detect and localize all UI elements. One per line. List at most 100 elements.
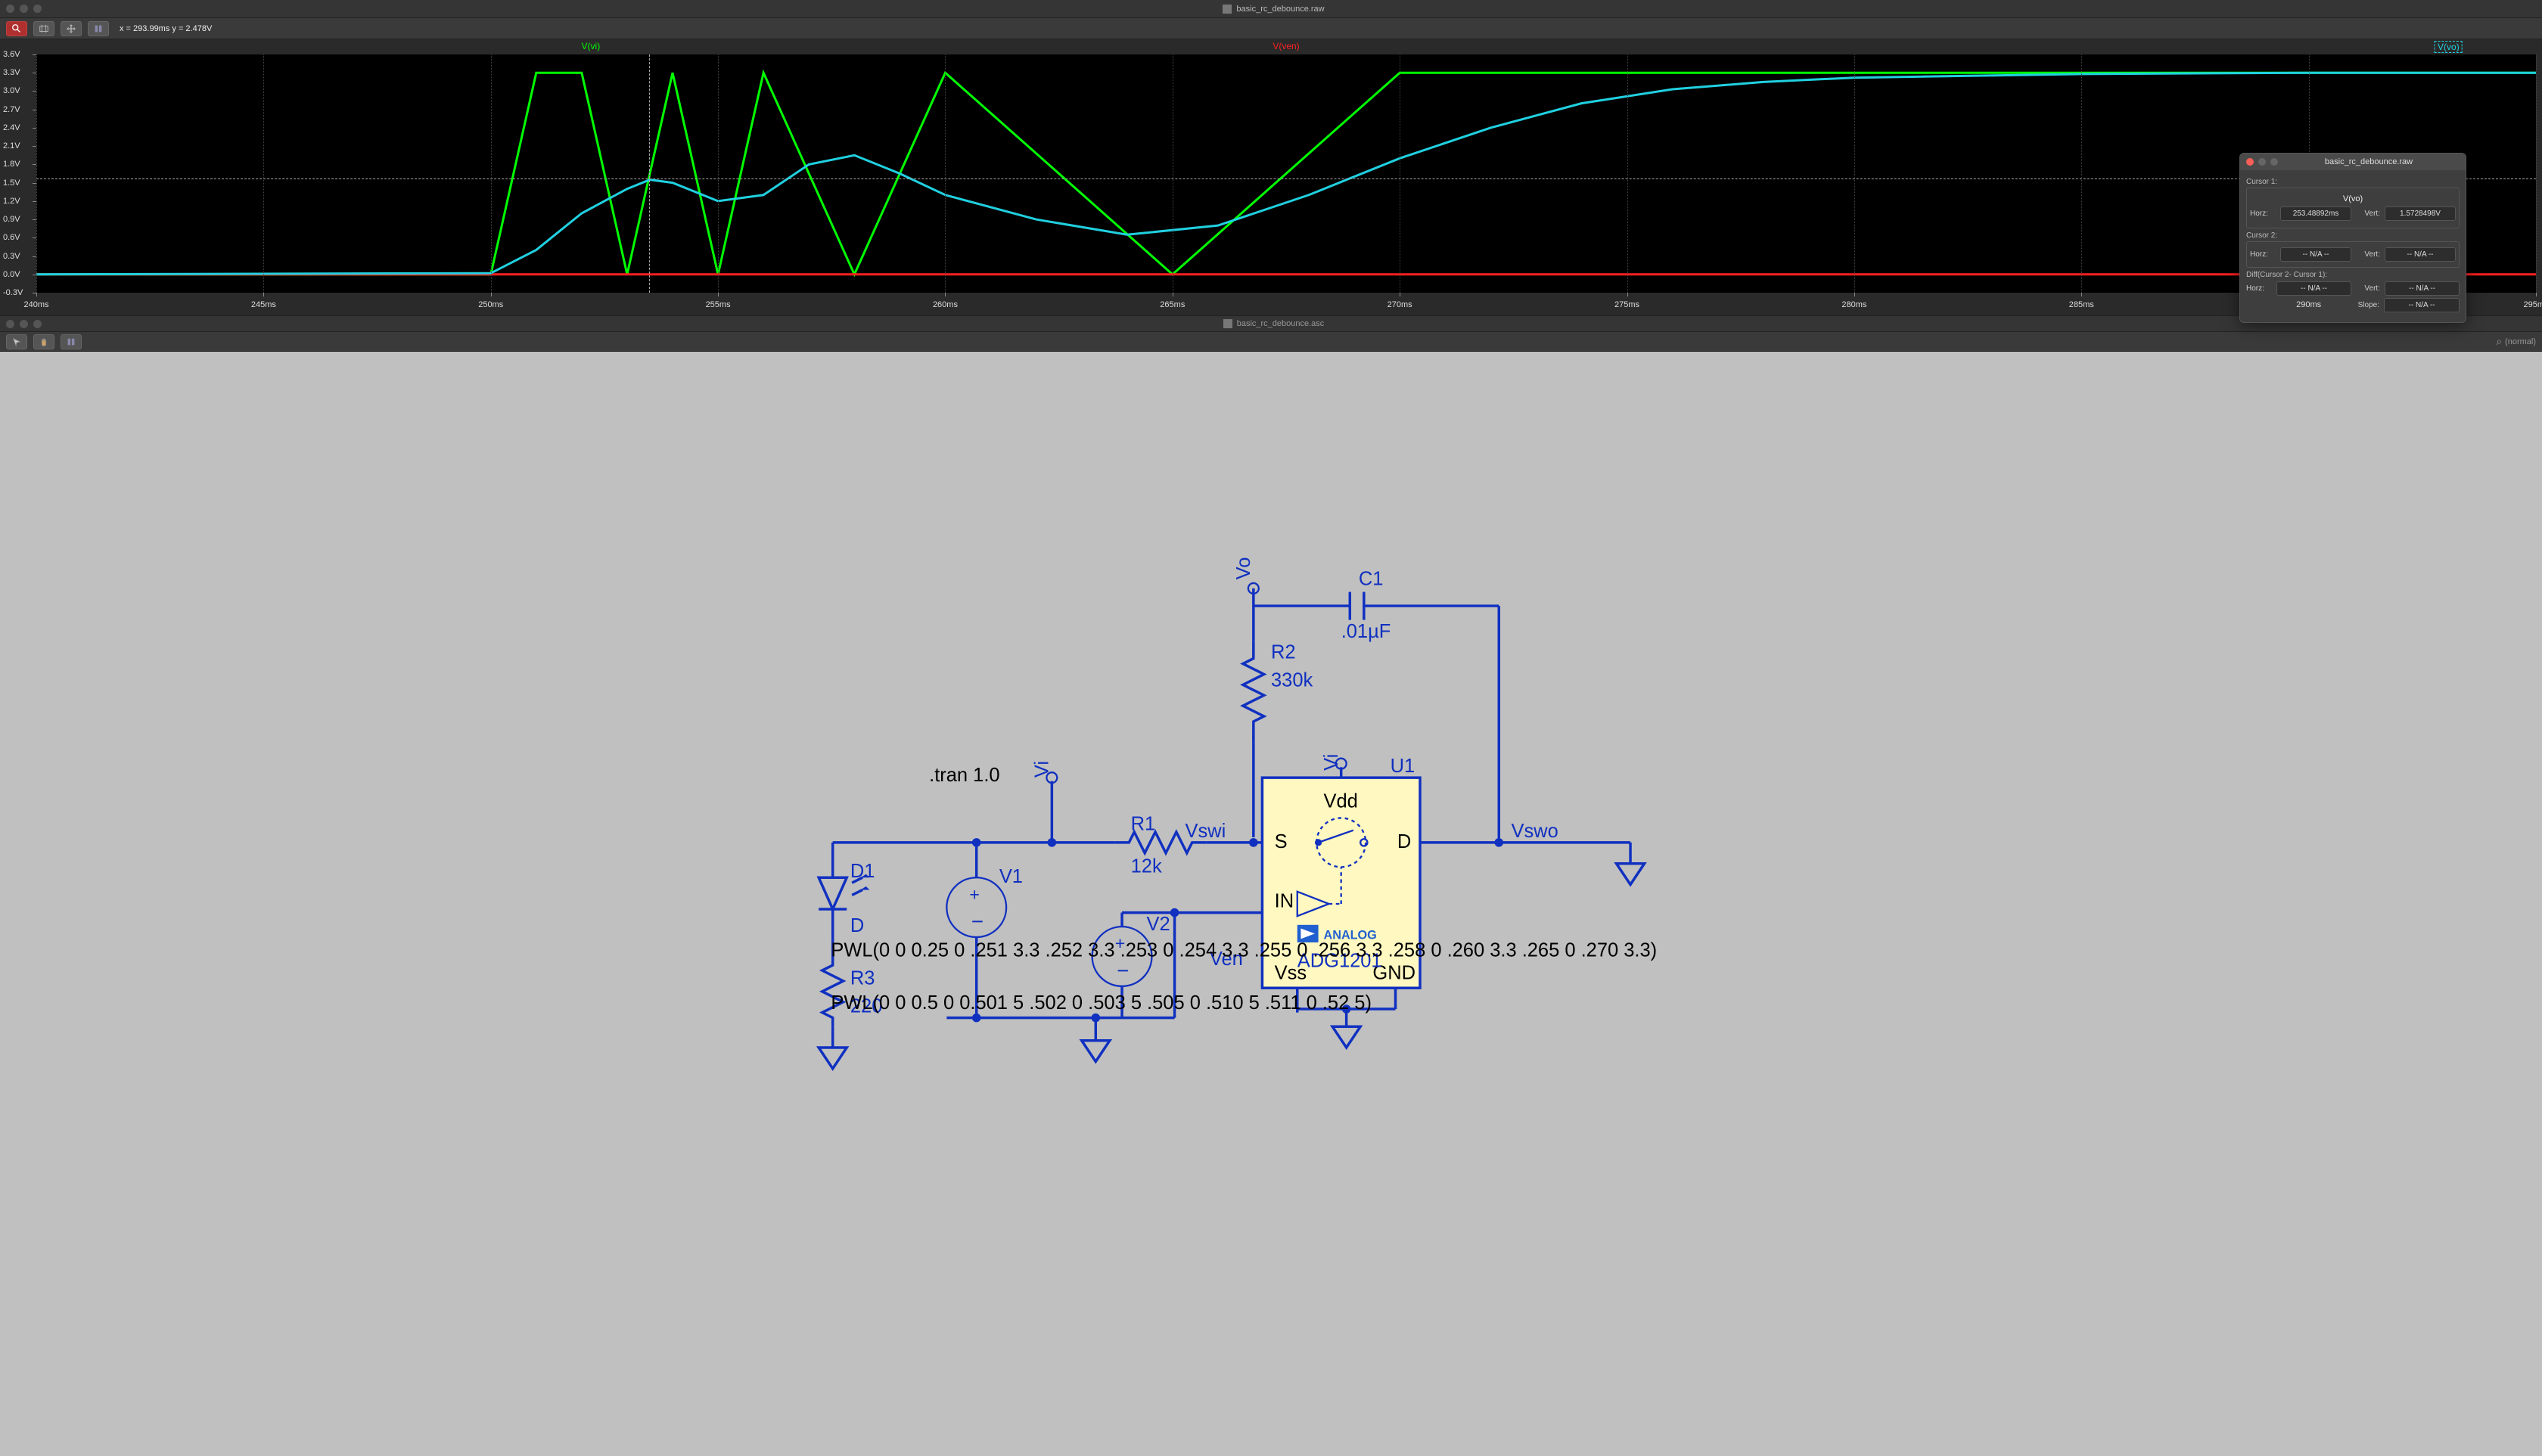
y-tick-label: 2.1V bbox=[3, 141, 20, 151]
settings-button[interactable] bbox=[61, 334, 82, 349]
component-d1: D1 bbox=[850, 861, 875, 882]
svg-text:−: − bbox=[1117, 958, 1129, 982]
minimize-icon[interactable] bbox=[20, 320, 28, 328]
close-icon[interactable] bbox=[6, 5, 14, 13]
x-tick-label: 275ms bbox=[1614, 300, 1639, 309]
traffic-lights bbox=[6, 320, 42, 328]
component-u1: U1 bbox=[1391, 756, 1416, 777]
pin-vdd: Vdd bbox=[1324, 791, 1358, 812]
slope-value: -- N/A -- bbox=[2384, 298, 2460, 312]
schematic-titlebar: basic_rc_debounce.asc bbox=[0, 315, 2542, 332]
component-v2: V2 bbox=[1146, 914, 1170, 935]
zoom-icon[interactable] bbox=[33, 5, 42, 13]
x-tick-label: 255ms bbox=[706, 300, 731, 309]
spice-directive-pwl1: PWL(0 0 0.25 0 .251 3.3 .252 3.3 .253 0 … bbox=[831, 940, 1657, 961]
zoom-tool-button[interactable] bbox=[6, 21, 27, 36]
vert-label: Vert: bbox=[2356, 284, 2380, 293]
hand-tool-button[interactable] bbox=[33, 334, 54, 349]
cursor-panel-title: basic_rc_debounce.raw bbox=[2278, 157, 2460, 166]
cursor-vline[interactable] bbox=[649, 54, 650, 293]
x-tick-label: 290ms bbox=[2296, 300, 2321, 309]
waveform-toolbar: x = 293.99ms y = 2.478V bbox=[0, 18, 2542, 39]
horz-label: Horz: bbox=[2250, 250, 2276, 259]
schematic-canvas[interactable]: Vo C1 .01µF R2 330k U1 Vdd S D IN Vss GN bbox=[0, 352, 2542, 1456]
y-tick-label: 0.9V bbox=[3, 215, 20, 224]
net-label-vswi: Vswi bbox=[1185, 821, 1226, 842]
trace-label[interactable]: V(vo) bbox=[2435, 41, 2463, 53]
x-tick-label: 260ms bbox=[933, 300, 958, 309]
schematic-toolbar: (normal) bbox=[0, 332, 2542, 352]
cursor2-label: Cursor 2: bbox=[2246, 231, 2460, 240]
component-v1: V1 bbox=[999, 866, 1023, 887]
vert-label: Vert: bbox=[2356, 250, 2380, 259]
cursor1-signal: V(vo) bbox=[2250, 194, 2456, 203]
pan-tool-button[interactable] bbox=[61, 21, 82, 36]
trace-label[interactable]: V(ven) bbox=[1273, 41, 1299, 51]
cursor-panel-titlebar[interactable]: basic_rc_debounce.raw bbox=[2240, 154, 2466, 170]
x-tick-label: 250ms bbox=[478, 300, 503, 309]
cursor-coordinates: x = 293.99ms y = 2.478V bbox=[120, 24, 212, 33]
y-tick-label: -0.3V bbox=[3, 288, 23, 297]
component-r2-value: 330k bbox=[1271, 670, 1313, 691]
component-r3: R3 bbox=[850, 968, 875, 989]
y-tick-label: 3.3V bbox=[3, 68, 20, 77]
y-tick-label: 3.6V bbox=[3, 50, 20, 59]
settings-button[interactable] bbox=[88, 21, 109, 36]
zoom-icon[interactable] bbox=[2270, 158, 2278, 166]
svg-text:+: + bbox=[969, 884, 980, 904]
pin-in: IN bbox=[1275, 891, 1294, 912]
trace-V(vi)[interactable] bbox=[36, 73, 2536, 275]
component-r2: R2 bbox=[1271, 642, 1296, 663]
close-icon[interactable] bbox=[2246, 158, 2254, 166]
x-tick-label: 270ms bbox=[1388, 300, 1412, 309]
component-d1-value: D bbox=[850, 915, 864, 936]
diff-vert-value: -- N/A -- bbox=[2385, 281, 2460, 296]
component-r1-value: 12k bbox=[1131, 855, 1162, 877]
cursor-readout-panel[interactable]: basic_rc_debounce.raw Cursor 1: V(vo) Ho… bbox=[2239, 153, 2466, 323]
waveform-titlebar: basic_rc_debounce.raw bbox=[0, 0, 2542, 18]
diff-label: Diff(Cursor 2- Cursor 1): bbox=[2246, 271, 2460, 279]
y-tick-label: 0.6V bbox=[3, 233, 20, 242]
component-c1-value: .01µF bbox=[1341, 621, 1391, 642]
zoom-window-button[interactable] bbox=[33, 21, 54, 36]
close-icon[interactable] bbox=[6, 320, 14, 328]
cursor2-vert-value[interactable]: -- N/A -- bbox=[2385, 247, 2456, 262]
y-tick-label: 2.4V bbox=[3, 123, 20, 132]
slope-label: Slope: bbox=[2348, 301, 2379, 309]
cursor1-horz-value[interactable]: 253.48892ms bbox=[2280, 206, 2351, 221]
component-c1: C1 bbox=[1359, 568, 1384, 589]
y-tick-label: 1.2V bbox=[3, 197, 20, 206]
search-field[interactable]: (normal) bbox=[2496, 335, 2536, 348]
svg-text:−: − bbox=[971, 909, 984, 933]
minimize-icon[interactable] bbox=[20, 5, 28, 13]
spice-directive-tran: .tran 1.0 bbox=[929, 765, 999, 786]
horz-label: Horz: bbox=[2246, 284, 2272, 293]
spice-directive-pwl2: PWL(0 0 0.5 0 0.501 5 .502 0 .503 5 .505… bbox=[831, 992, 1372, 1014]
minimize-icon[interactable] bbox=[2258, 158, 2266, 166]
zoom-icon[interactable] bbox=[33, 320, 42, 328]
cursor1-vert-value[interactable]: 1.5728498V bbox=[2385, 206, 2456, 221]
cursor1-label: Cursor 1: bbox=[2246, 178, 2460, 186]
window-title: basic_rc_debounce.asc bbox=[42, 319, 2506, 328]
waveform-plot[interactable]: basic_rc_debounce.raw Cursor 1: V(vo) Ho… bbox=[0, 39, 2542, 315]
pin-s: S bbox=[1275, 831, 1288, 852]
cursor2-horz-value[interactable]: -- N/A -- bbox=[2280, 247, 2351, 262]
traffic-lights bbox=[6, 5, 42, 13]
x-tick-label: 245ms bbox=[251, 300, 276, 309]
x-tick-label: 280ms bbox=[1841, 300, 1866, 309]
move-tool-button[interactable] bbox=[6, 334, 27, 349]
y-tick-label: 2.7V bbox=[3, 105, 20, 114]
window-title: basic_rc_debounce.raw bbox=[42, 5, 2506, 14]
horz-label: Horz: bbox=[2250, 210, 2276, 218]
y-tick-label: 3.0V bbox=[3, 86, 20, 95]
net-label-vswo: Vswo bbox=[1511, 821, 1558, 842]
x-tick-label: 265ms bbox=[1160, 300, 1185, 309]
y-tick-label: 0.0V bbox=[3, 270, 20, 279]
y-tick-label: 0.3V bbox=[3, 252, 20, 261]
diff-horz-value: -- N/A -- bbox=[2276, 281, 2351, 296]
x-tick-label: 285ms bbox=[2069, 300, 2094, 309]
trace-label[interactable]: V(vi) bbox=[582, 41, 601, 51]
net-label-vi2: Vi bbox=[1032, 761, 1053, 778]
x-tick-label: 295ms bbox=[2523, 300, 2542, 309]
vert-label: Vert: bbox=[2356, 210, 2380, 218]
